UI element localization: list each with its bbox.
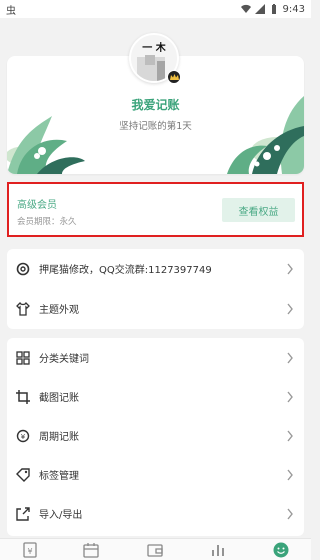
tab-me[interactable] [273,542,289,558]
grid-icon [16,350,30,365]
import-icon [16,506,30,521]
tag-icon [16,467,30,482]
crop-icon [16,389,30,404]
list-item-import-export[interactable]: 导入/导出 [7,494,304,533]
list-item-label: 押尾猫修改，QQ交流群:1127397749 [39,265,212,276]
signal-icon [254,4,265,14]
tab-ledger[interactable]: ¥ [22,542,38,558]
status-bar: 虫 9:43 [0,0,311,18]
membership-period: 会员期限：永久 [17,217,77,227]
settings-group-1: 押尾猫修改，QQ交流群:1127397749 主题外观 [7,249,304,329]
membership-title: 高级会员 [17,200,57,211]
chevron-right-icon [287,352,293,363]
chevron-right-icon [287,469,293,480]
app-glyph: 虫 [6,5,16,17]
svg-text:¥: ¥ [21,433,26,441]
list-item-label: 分类关键词 [39,354,89,365]
list-item-label: 周期记账 [39,432,79,443]
list-item-label: 主题外观 [39,305,79,316]
wifi-icon [240,4,251,14]
svg-text:¥: ¥ [27,547,32,556]
cycle-icon: ¥ [16,429,30,442]
tab-statistics[interactable] [210,542,226,558]
streak-text: 坚持记账的第1天 [119,121,192,132]
settings-group-2: 分类关键词 截图记账 ¥ 周期记账 标签管理 导入/导出 [7,338,304,536]
list-item-qq-group[interactable]: 押尾猫修改，QQ交流群:1127397749 [7,249,304,288]
list-item-category-keywords[interactable]: 分类关键词 [7,338,304,377]
chevron-right-icon [287,430,293,441]
list-item-theme[interactable]: 主题外观 [7,289,304,328]
chevron-right-icon [287,263,293,274]
chevron-right-icon [287,508,293,519]
bottom-navigation: ¥ [0,538,311,560]
list-item-screenshot-bookkeeping[interactable]: 截图记账 [7,377,304,416]
view-benefits-button[interactable]: 查看权益 [222,198,295,222]
chevron-right-icon [287,303,293,314]
tab-calendar[interactable] [83,542,99,558]
list-item-tag-management[interactable]: 标签管理 [7,455,304,494]
battery-icon [271,4,276,14]
list-item-label: 标签管理 [39,471,79,482]
chevron-right-icon [287,391,293,402]
clock: 9:43 [282,3,305,15]
username[interactable]: 我爱记账 [0,96,311,113]
premium-membership-card[interactable]: 高级会员 会员期限：永久 查看权益 [7,182,304,237]
gear-icon [16,262,30,275]
crown-icon [167,70,181,84]
tshirt-icon [16,301,30,316]
list-item-label: 导入/导出 [39,510,83,521]
tab-wallet[interactable] [147,542,163,558]
list-item-label: 截图记账 [39,393,79,404]
list-item-recurring-bookkeeping[interactable]: ¥ 周期记账 [7,416,304,455]
